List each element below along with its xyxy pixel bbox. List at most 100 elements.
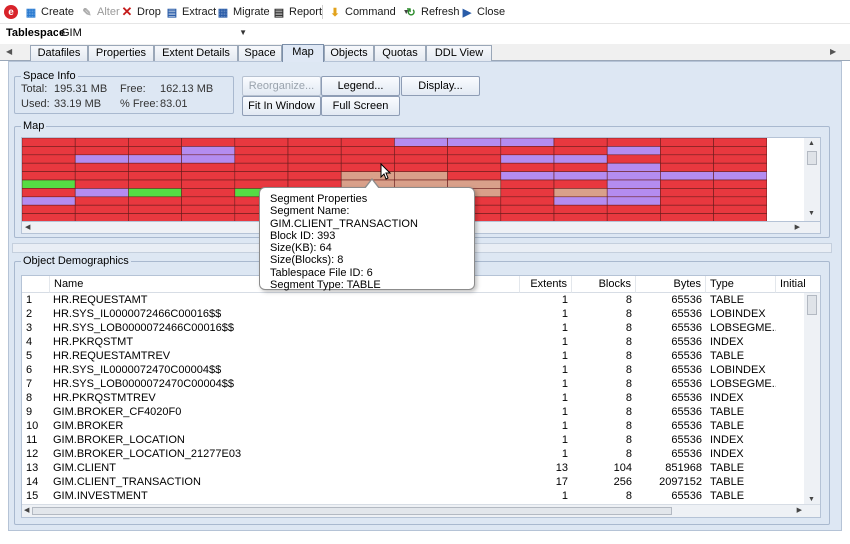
map-block[interactable] <box>128 162 182 172</box>
table-row[interactable]: 7 HR.SYS_LOB0000072470C00004$$ 1 8 65536 LOBS… <box>22 377 806 391</box>
table-hscroll-thumb[interactable] <box>32 507 672 515</box>
map-block[interactable] <box>500 138 555 147</box>
close-button[interactable]: ▶ Close <box>460 4 505 20</box>
table-row[interactable]: 10 GIM.BROKER 1 8 65536 TABLE <box>22 419 806 433</box>
extract-button[interactable]: ▤ Extract <box>165 4 216 20</box>
fit-in-window-button[interactable]: Fit In Window <box>242 96 321 116</box>
table-row[interactable]: 2 HR.SYS_IL0000072466C00016$$ 1 8 65536 LOBIN… <box>22 307 806 321</box>
map-block[interactable] <box>394 146 448 156</box>
map-block[interactable] <box>713 138 767 147</box>
map-block[interactable] <box>128 179 182 189</box>
map-block[interactable] <box>660 171 714 181</box>
map-block[interactable] <box>447 138 502 147</box>
map-block[interactable] <box>606 171 661 181</box>
map-block[interactable] <box>74 188 129 198</box>
map-block[interactable] <box>606 179 661 189</box>
map-block[interactable] <box>340 138 395 147</box>
map-block[interactable] <box>22 162 76 172</box>
map-block[interactable] <box>74 179 129 189</box>
tab-space[interactable]: Space <box>238 45 282 61</box>
map-block[interactable] <box>181 213 236 222</box>
map-block[interactable] <box>660 204 714 214</box>
column-header-initial[interactable]: Initial <box>776 276 820 293</box>
scroll-left-icon[interactable]: ◀ <box>24 506 29 514</box>
display-button[interactable]: Display... <box>401 76 480 96</box>
table-row[interactable]: 1 HR.REQUESTAMT 1 8 65536 TABLE <box>22 293 806 307</box>
map-block[interactable] <box>713 154 767 164</box>
table-row[interactable]: 8 HR.PKRQSTMTREV 1 8 65536 INDEX <box>22 391 806 405</box>
map-block[interactable] <box>606 146 661 156</box>
scroll-up-icon[interactable]: ▲ <box>808 140 815 147</box>
scroll-right-icon[interactable]: ▶ <box>795 223 800 231</box>
map-block[interactable] <box>660 154 714 164</box>
map-block[interactable] <box>500 154 555 164</box>
map-block[interactable] <box>553 179 608 189</box>
map-block[interactable] <box>606 204 661 214</box>
tab-scroll-left-icon[interactable]: ◀ <box>6 47 12 56</box>
map-block[interactable] <box>606 213 661 222</box>
map-block[interactable] <box>74 213 129 222</box>
tab-properties[interactable]: Properties <box>88 45 154 61</box>
table-row[interactable]: 3 HR.SYS_LOB0000072466C00016$$ 1 8 65536 LOBS… <box>22 321 806 335</box>
map-block[interactable] <box>181 179 236 189</box>
table-row[interactable]: 13 GIM.CLIENT 13 104 851968 TABLE <box>22 461 806 475</box>
map-block[interactable] <box>234 138 289 147</box>
table-horizontal-scrollbar[interactable]: ◀ ▶ <box>22 504 820 517</box>
map-scroll-thumb[interactable] <box>807 151 817 165</box>
map-block[interactable] <box>22 171 76 181</box>
map-block[interactable] <box>713 179 767 189</box>
map-block[interactable] <box>74 162 129 172</box>
table-row[interactable]: 11 GIM.BROKER_LOCATION 1 8 65536 INDEX <box>22 433 806 447</box>
map-block[interactable] <box>447 146 502 156</box>
refresh-button[interactable]: ↻ Refresh <box>404 4 459 20</box>
map-block[interactable] <box>660 188 714 198</box>
table-vertical-scrollbar[interactable]: ▼ <box>804 293 820 505</box>
map-block[interactable] <box>234 154 289 164</box>
tablespace-select[interactable]: GIM ▼ <box>58 25 250 42</box>
map-block[interactable] <box>22 154 76 164</box>
map-block[interactable] <box>181 146 236 156</box>
map-block[interactable] <box>128 188 182 198</box>
map-block[interactable] <box>606 154 661 164</box>
create-button[interactable]: ▦ Create <box>24 4 74 20</box>
table-row[interactable]: 9 GIM.BROKER_CF4020F0 1 8 65536 TABLE <box>22 405 806 419</box>
map-block[interactable] <box>394 138 448 147</box>
map-block[interactable] <box>553 213 608 222</box>
map-block[interactable] <box>660 146 714 156</box>
map-block[interactable] <box>553 196 608 206</box>
map-block[interactable] <box>234 171 289 181</box>
map-block[interactable] <box>74 138 129 147</box>
table-row[interactable]: 14 GIM.CLIENT_TRANSACTION 17 256 2097152 TABL… <box>22 475 806 489</box>
map-block[interactable] <box>500 213 555 222</box>
alter-button[interactable]: ✎ Alter <box>80 4 119 20</box>
scroll-left-icon[interactable]: ◀ <box>25 223 30 231</box>
map-block[interactable] <box>660 196 714 206</box>
map-block[interactable] <box>713 171 767 181</box>
map-block[interactable] <box>128 146 182 156</box>
map-block[interactable] <box>128 138 182 147</box>
map-block[interactable] <box>74 204 129 214</box>
map-block[interactable] <box>500 179 555 189</box>
map-block[interactable] <box>22 196 76 206</box>
map-block[interactable] <box>22 204 76 214</box>
map-block[interactable] <box>553 162 608 172</box>
map-block[interactable] <box>181 154 236 164</box>
map-block[interactable] <box>447 162 502 172</box>
map-block[interactable] <box>181 171 236 181</box>
map-block[interactable] <box>500 204 555 214</box>
map-block[interactable] <box>22 188 76 198</box>
column-header-type[interactable]: Type <box>706 276 776 293</box>
map-block[interactable] <box>128 171 182 181</box>
map-block[interactable] <box>713 162 767 172</box>
table-row[interactable]: 5 HR.REQUESTAMTREV 1 8 65536 TABLE <box>22 349 806 363</box>
table-row[interactable]: 15 GIM.INVESTMENT 1 8 65536 TABLE <box>22 489 806 503</box>
map-block[interactable] <box>128 213 182 222</box>
command-button[interactable]: ⬇ Command ▼ <box>328 4 409 20</box>
map-block[interactable] <box>287 138 342 147</box>
table-row[interactable]: 6 HR.SYS_IL0000072470C00004$$ 1 8 65536 LOBIN… <box>22 363 806 377</box>
map-block[interactable] <box>22 213 76 222</box>
tab-datafiles[interactable]: Datafiles <box>30 45 88 61</box>
scroll-down-icon[interactable]: ▼ <box>808 496 815 503</box>
map-block[interactable] <box>181 196 236 206</box>
map-vertical-scrollbar[interactable]: ▲ ▼ <box>804 138 820 221</box>
